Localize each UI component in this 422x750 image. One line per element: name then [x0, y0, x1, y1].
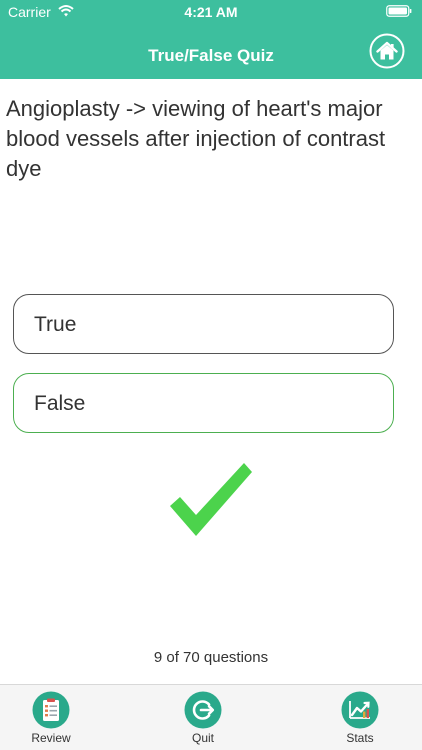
question-text: Angioplasty -> viewing of heart's major … [6, 96, 386, 181]
false-option-label: False [34, 392, 86, 415]
checkmark-icon [170, 463, 252, 536]
header: Carrier 4:21 AM True/False Quiz [0, 0, 422, 79]
chart-icon [341, 691, 379, 729]
question-progress: 9 of 70 questions [153, 649, 269, 666]
tab-bar: Review Quit Stats [0, 684, 422, 750]
false-option-button[interactable]: False [13, 373, 394, 433]
battery-icon [386, 5, 412, 17]
tab-quit[interactable]: Quit [173, 689, 233, 747]
tab-stats[interactable]: Stats [330, 689, 390, 747]
page-title: True/False Quiz [148, 46, 274, 65]
tab-stats-label: Stats [346, 731, 374, 745]
tab-quit-label: Quit [191, 731, 214, 745]
status-time: 4:21 AM [184, 4, 238, 20]
tab-review-label: Review [31, 731, 71, 745]
home-icon[interactable] [369, 33, 405, 69]
tab-review[interactable]: Review [21, 689, 81, 747]
exit-icon [184, 691, 222, 729]
true-option-button[interactable]: True [13, 294, 394, 354]
true-option-label: True [34, 313, 77, 336]
clipboard-icon [32, 691, 70, 729]
